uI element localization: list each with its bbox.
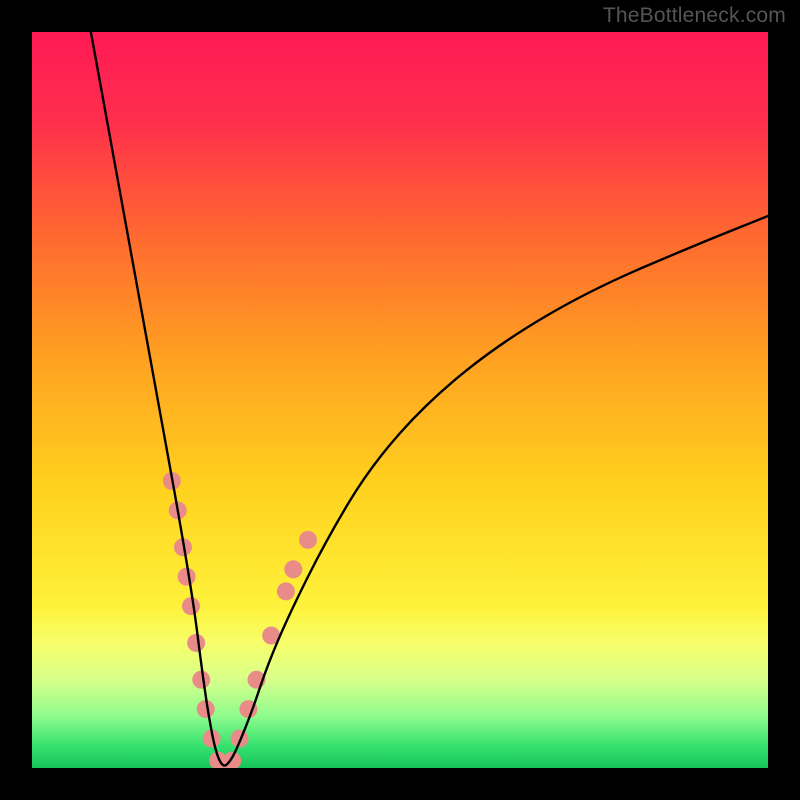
watermark-text: TheBottleneck.com [603,4,786,28]
plot-area [32,32,768,768]
highlight-dot [284,560,302,578]
highlight-dot [277,582,295,600]
highlight-dot [178,568,196,586]
highlight-dot [187,634,205,652]
highlight-dot [299,531,317,549]
highlight-dots [163,472,317,768]
curve-layer [32,32,768,768]
chart-frame: TheBottleneck.com [0,0,800,800]
highlight-dot [192,671,210,689]
bottleneck-curve [91,32,768,766]
green-band [32,746,768,768]
highlight-dot [182,597,200,615]
